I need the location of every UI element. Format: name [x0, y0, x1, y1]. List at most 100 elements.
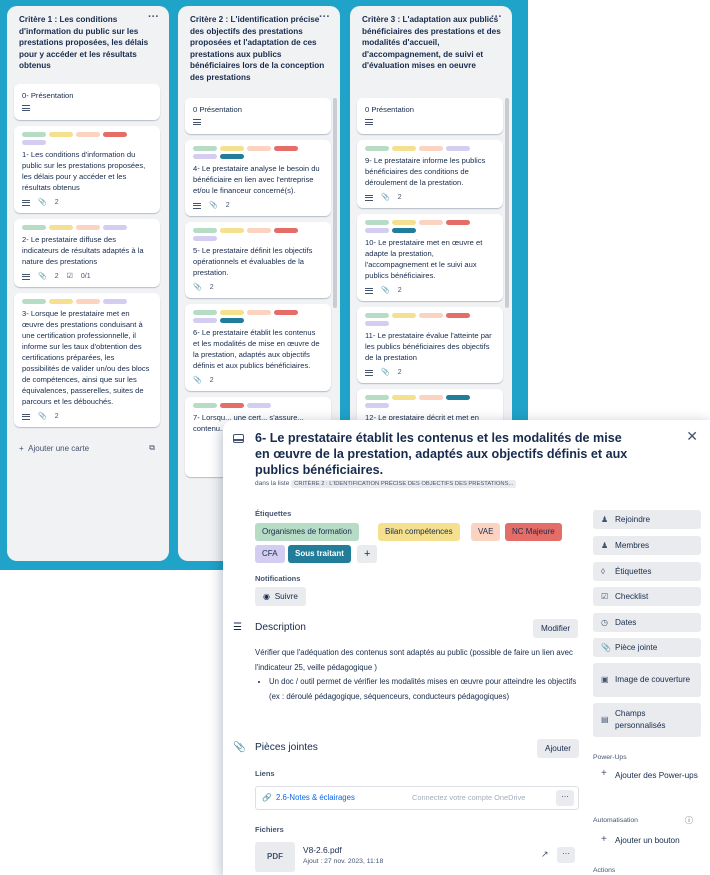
- list-title[interactable]: Critère 3 : L'adaptation aux publics bén…: [350, 6, 512, 84]
- labels-heading: Étiquettes: [255, 509, 292, 518]
- attachment-count: 2: [225, 202, 230, 209]
- files-heading: Fichiers: [255, 825, 284, 834]
- add-button-button[interactable]: Ajouter un bouton: [615, 836, 680, 845]
- label-orange: [247, 310, 271, 315]
- label-yellow: [392, 146, 416, 151]
- label-yellow: [392, 220, 416, 225]
- label-organismes-de-formation[interactable]: Organismes de formation: [255, 523, 359, 541]
- label-bilan-competences[interactable]: Bilan compétences: [378, 523, 460, 541]
- description-icon: [22, 105, 30, 111]
- card[interactable]: 9- Le prestataire informe les publics bé…: [357, 140, 503, 208]
- card-title: 2- Le prestataire diffuse des indicateur…: [22, 235, 144, 266]
- label-green: [22, 132, 46, 137]
- list-critere-1: Critère 1 : Les conditions d'information…: [7, 6, 169, 561]
- label-green: [365, 220, 389, 225]
- list-menu-icon[interactable]: ···: [319, 11, 330, 24]
- label-orange: [247, 146, 271, 151]
- custom-fields-button[interactable]: ▤ Champs personnalisés: [593, 703, 701, 737]
- open-external-icon[interactable]: ↗: [541, 849, 549, 860]
- card[interactable]: 4- Le prestataire analyse le besoin du b…: [185, 140, 331, 216]
- card[interactable]: 5- Le prestataire définit les objectifs …: [185, 222, 331, 298]
- label-yellow: [392, 395, 416, 400]
- attachment-count: 2: [397, 369, 402, 376]
- label-vae[interactable]: VAE: [471, 523, 501, 541]
- card-labels: [193, 146, 323, 159]
- card[interactable]: 0- Présentation: [14, 84, 160, 120]
- file-meta: Ajout : 27 nov. 2023, 11:18: [303, 858, 384, 865]
- label-orange: [419, 146, 443, 151]
- card[interactable]: 0 Présentation: [357, 98, 503, 134]
- members-button[interactable]: ♟ Membres: [593, 536, 701, 555]
- link-title[interactable]: 2.6-Notes & éclairages: [276, 793, 355, 802]
- add-attachment-button[interactable]: Ajouter: [537, 739, 579, 758]
- description-icon: ☰: [233, 622, 243, 633]
- description-icon: [22, 273, 30, 280]
- list-title[interactable]: Critère 2 : L'identification précise des…: [178, 6, 340, 84]
- label-orange: [76, 225, 100, 230]
- label-red: [103, 132, 127, 137]
- label-teal: [392, 228, 416, 233]
- list-menu-icon[interactable]: ···: [148, 11, 159, 24]
- label-red: [274, 228, 298, 233]
- description-icon: [365, 194, 373, 201]
- eye-icon: ◉: [263, 592, 271, 601]
- close-icon[interactable]: ✕: [686, 428, 698, 445]
- link-item[interactable]: 🔗 2.6-Notes & éclairages Connectez votre…: [255, 786, 579, 810]
- add-card-button[interactable]: + Ajouter une carte: [19, 444, 89, 453]
- edit-description-button[interactable]: Modifier: [533, 619, 579, 638]
- card[interactable]: 2- Le prestataire diffuse des indicateur…: [14, 219, 160, 287]
- card[interactable]: 1- Les conditions d'information du publi…: [14, 126, 160, 213]
- label-green: [22, 225, 46, 230]
- cover-button[interactable]: ▣ Image de couverture: [593, 663, 701, 697]
- card[interactable]: 6- Le prestataire établit les contenus e…: [185, 304, 331, 391]
- card-title: 0 Présentation: [365, 105, 414, 114]
- checklist-button[interactable]: ☑ Checklist: [593, 587, 701, 606]
- plus-icon: +: [601, 768, 607, 779]
- card-title[interactable]: 6- Le prestataire établit les contenus e…: [255, 430, 635, 478]
- file-name[interactable]: V8-2.6.pdf: [303, 845, 342, 855]
- label-nc-majeure[interactable]: NC Majeure: [505, 523, 562, 541]
- list-scrollbar[interactable]: [505, 98, 509, 308]
- card-labels: [22, 299, 152, 304]
- join-button[interactable]: ♟ Rejoindre: [593, 510, 701, 529]
- card[interactable]: 11- Le prestataire évalue l'atteinte par…: [357, 307, 503, 383]
- card[interactable]: 10- Le prestataire met en œuvre et adapt…: [357, 214, 503, 301]
- label-teal: [220, 318, 244, 323]
- label-yellow: [220, 228, 244, 233]
- follow-button[interactable]: ◉ Suivre: [255, 587, 306, 606]
- onedrive-connect[interactable]: Connectez votre compte OneDrive: [412, 793, 525, 802]
- list-menu-icon[interactable]: ···: [491, 11, 502, 24]
- link-menu-icon[interactable]: ···: [556, 790, 574, 806]
- attachment-icon: 📎: [381, 194, 390, 201]
- description-icon: [365, 287, 373, 294]
- list-title[interactable]: Critère 1 : Les conditions d'information…: [7, 6, 169, 84]
- add-powerups-button[interactable]: Ajouter des Power-ups: [615, 769, 700, 782]
- pdf-thumbnail[interactable]: PDF: [255, 842, 295, 872]
- label-red: [220, 403, 244, 408]
- card-template-icon[interactable]: ⧉: [149, 443, 155, 453]
- description-icon: [193, 202, 201, 209]
- label-yellow: [220, 310, 244, 315]
- description-body[interactable]: Vérifier que l'adéquation des contenus s…: [255, 646, 585, 704]
- list-scrollbar[interactable]: [333, 98, 337, 308]
- card[interactable]: 0 Présentation: [185, 98, 331, 134]
- label-sous-traitant[interactable]: Sous traitant: [288, 545, 351, 563]
- list-breadcrumb: dans la liste CRITÈRE 2 : L'IDENTIFICATI…: [255, 480, 517, 488]
- label-yellow: [49, 299, 73, 304]
- add-label-button[interactable]: +: [357, 545, 378, 563]
- description-icon: [193, 119, 201, 125]
- file-menu-icon[interactable]: ···: [557, 847, 575, 863]
- attachment-icon: 📎: [381, 287, 390, 294]
- link-icon: 🔗: [262, 793, 272, 802]
- attachment-button[interactable]: 📎 Pièce jointe: [593, 638, 701, 657]
- label-green: [193, 146, 217, 151]
- dates-button[interactable]: ◷ Dates: [593, 613, 701, 632]
- label-yellow: [392, 313, 416, 318]
- list-name[interactable]: CRITÈRE 2 : L'IDENTIFICATION PRÉCISE DES…: [291, 480, 517, 488]
- card[interactable]: 3- Lorsque le prestataire met en œuvre d…: [14, 293, 160, 427]
- person-add-icon: ♟: [601, 514, 609, 524]
- label-cfa[interactable]: CFA: [255, 545, 285, 563]
- person-icon: ♟: [601, 540, 609, 550]
- info-icon[interactable]: ⓘ: [685, 815, 693, 826]
- labels-button[interactable]: ◊ Étiquettes: [593, 562, 701, 581]
